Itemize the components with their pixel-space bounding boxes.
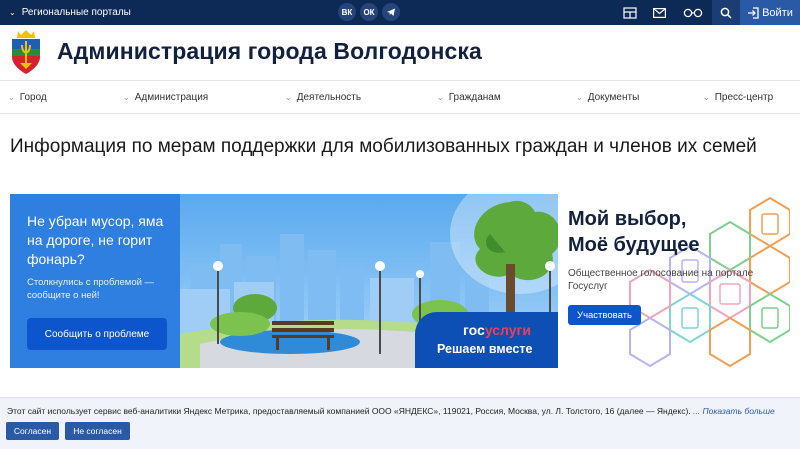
site-header: Администрация города Волгодонска [0, 25, 800, 81]
nav-item-citizens[interactable]: ⌄ Гражданам [437, 92, 501, 103]
mail-icon[interactable] [645, 0, 673, 25]
chevron-down-icon: ⌄ [8, 93, 15, 102]
nav-item-press-center[interactable]: ⌄ Пресс-центр [703, 92, 773, 103]
nav-item-activity[interactable]: ⌄ Деятельность [285, 92, 361, 103]
nav-item-label: Деятельность [296, 92, 362, 103]
nav-item-documents[interactable]: ⌄ Документы [576, 92, 639, 103]
login-label: Войти [762, 6, 793, 19]
chevron-down-icon: ⌄ [123, 93, 130, 102]
nav-item-label: Документы [587, 92, 640, 103]
problem-report-panel: Не убран мусор, яма на дороге, не горит … [10, 194, 180, 368]
chevron-down-icon: ⌄ [703, 93, 710, 102]
promo-banner[interactable]: Не убран мусор, яма на дороге, не горит … [10, 194, 790, 368]
login-icon [748, 6, 759, 19]
nav-item-label: Город [19, 92, 47, 103]
top-bar: ⌄ Региональные порталы ВК ОК Войти [0, 0, 800, 25]
vote-promo-panel: Мой выбор, Моё будущее Общественное голо… [558, 194, 790, 368]
vote-headline-line-1: Мой выбор, [568, 208, 687, 230]
search-icon [720, 7, 732, 19]
regional-portals-dropdown[interactable]: ⌄ Региональные порталы [0, 0, 131, 25]
vote-headline-line-2: Моё будущее [568, 234, 700, 256]
nav-item-label: Гражданам [448, 92, 501, 103]
nav-item-city[interactable]: ⌄ Город [8, 92, 47, 103]
nav-item-label: Пресс-центр [714, 92, 774, 103]
main-nav: ⌄ Город ⌄ Администрация ⌄ Деятельность ⌄… [0, 86, 800, 114]
cookie-text: Этот сайт использует сервис веб-аналитик… [7, 406, 775, 416]
cookie-notice: Этот сайт использует сервис веб-аналитик… [0, 397, 800, 449]
problem-headline: Не убран мусор, яма на дороге, не горит … [27, 213, 164, 267]
ok-icon[interactable]: ОК [360, 3, 378, 21]
vk-icon[interactable]: ВК [338, 3, 356, 21]
chevron-down-icon: ⌄ [285, 93, 292, 102]
chevron-down-icon: ⌄ [9, 8, 16, 17]
site-map-icon[interactable] [616, 0, 644, 25]
search-button[interactable] [712, 0, 740, 25]
report-problem-button[interactable]: Сообщить о проблеме [27, 318, 167, 350]
vote-headline: Мой выбор, Моё будущее [568, 206, 699, 258]
gosuslugi-slogan: Решаем вместе [437, 342, 533, 356]
accept-button[interactable]: Согласен [6, 422, 59, 440]
participate-button[interactable]: Участвовать [568, 305, 641, 325]
regional-portals-label: Региональные порталы [21, 7, 131, 18]
nav-item-administration[interactable]: ⌄ Администрация [123, 92, 208, 103]
gosuslugi-badge[interactable]: госуслуги Решаем вместе [415, 312, 558, 368]
nav-item-label: Администрация [134, 92, 209, 103]
page-title[interactable]: Информация по мерам поддержки для мобили… [10, 136, 757, 158]
social-links: ВК ОК [338, 3, 400, 21]
chevron-down-icon: ⌄ [437, 93, 444, 102]
site-title[interactable]: Администрация города Волгодонска [57, 38, 482, 65]
accessibility-glasses-icon[interactable] [678, 0, 708, 25]
problem-subtext: Столкнулись с проблемой — сообщите о ней… [27, 277, 155, 301]
cookie-text-body: Этот сайт использует сервис веб-аналитик… [7, 406, 691, 416]
coat-of-arms-logo[interactable] [9, 29, 43, 80]
show-more-link[interactable]: ... Показать больше [693, 406, 775, 416]
vote-subtext: Общественное голосование на портале Госу… [568, 268, 754, 292]
login-button[interactable]: Войти [740, 0, 800, 25]
telegram-icon[interactable] [382, 3, 400, 21]
gosuslugi-logo: госуслуги [463, 322, 531, 338]
decline-button[interactable]: Не согласен [65, 422, 130, 440]
chevron-down-icon: ⌄ [576, 93, 583, 102]
